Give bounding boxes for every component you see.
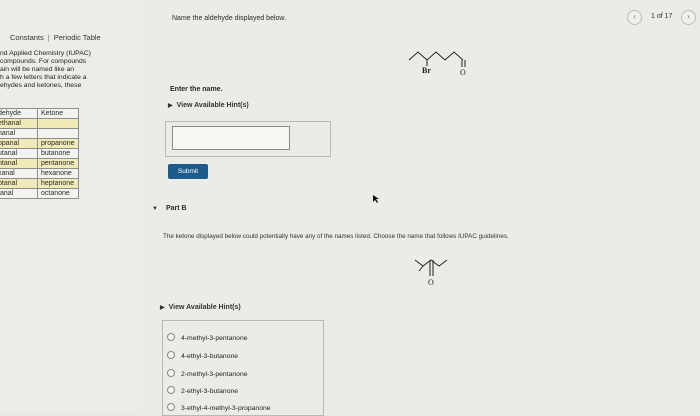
- option-item[interactable]: 2-ethyl-3-butanone: [167, 386, 238, 395]
- radio-button[interactable]: [167, 369, 175, 377]
- table-cell: [37, 118, 79, 129]
- intro-line: h a few letters that indicate a: [0, 74, 87, 81]
- hint-label: View Available Hint(s): [168, 304, 241, 311]
- intro-line: ain will be named like an: [0, 66, 75, 73]
- table-cell: otanal: [0, 178, 38, 189]
- radio-button[interactable]: [167, 403, 175, 411]
- carbon-chain: [408, 51, 464, 61]
- answer-box: [165, 121, 331, 157]
- table-row: opanal propanone: [0, 138, 79, 149]
- naming-table: dehyde Ketone ethanal hanal opanalpropan…: [0, 108, 79, 199]
- oxygen-label: O: [428, 278, 434, 287]
- part-b-question: The ketone displayed below could potenti…: [163, 233, 509, 240]
- oxygen-label: O: [460, 68, 466, 77]
- caret-down-icon[interactable]: ▼: [152, 206, 158, 212]
- radio-button[interactable]: [167, 351, 175, 359]
- option-label: 4-methyl-3-pentanone: [181, 335, 248, 342]
- tab-constants[interactable]: Constants: [10, 33, 44, 42]
- table-cell: propanone: [37, 138, 79, 149]
- chevron-left-icon[interactable]: ‹: [627, 10, 642, 25]
- column-header-aldehyde: dehyde: [0, 108, 38, 119]
- option-label: 3-ethyl-4-methyl-3-propanone: [181, 405, 271, 412]
- hint-toggle[interactable]: ▶ View Available Hint(s): [160, 304, 241, 311]
- intro-line: compounds. For compounds: [0, 58, 87, 65]
- intro-line: nd Applied Chemistry (IUPAC): [0, 50, 91, 57]
- table-cell: pentanone: [37, 158, 79, 169]
- table-cell: octanone: [37, 188, 79, 199]
- radio-button[interactable]: [167, 333, 175, 341]
- option-item[interactable]: 4-methyl-3-pentanone: [167, 333, 248, 342]
- table-cell: butanone: [37, 148, 79, 159]
- table-cell: [37, 128, 79, 139]
- submit-button[interactable]: Submit: [168, 164, 208, 179]
- column-header-ketone: Ketone: [37, 108, 79, 119]
- options-box: 4-methyl-3-pentanone 4-ethyl-3-butanone …: [162, 320, 324, 416]
- table-cell: opanal: [0, 138, 38, 149]
- bromine-label: Br: [422, 66, 431, 75]
- mouse-cursor-icon: [373, 195, 379, 203]
- table-row: utanalbutanone: [0, 148, 79, 159]
- table-cell: hanal: [0, 128, 38, 139]
- question-counter: 1 of 17: [651, 13, 673, 20]
- caret-right-icon: ▶: [160, 305, 165, 311]
- table-row: otanalheptanone: [0, 178, 79, 189]
- table-header-row: dehyde Ketone: [0, 108, 79, 119]
- table-row: ethanal: [0, 118, 79, 129]
- aldehyde-structure: Br O: [408, 51, 466, 77]
- table-cell: ntanal: [0, 158, 38, 169]
- table-row: tanaloctanone: [0, 188, 79, 199]
- tab-separator: |: [47, 33, 50, 42]
- answer-input[interactable]: [172, 126, 290, 150]
- table-cell: xanal: [0, 168, 38, 179]
- table-cell: ethanal: [0, 118, 38, 129]
- option-label: 4-ethyl-3-butanone: [181, 353, 239, 360]
- table-row: ntanalpentanone: [0, 158, 79, 169]
- option-label: 2-methyl-3-pentanone: [181, 371, 248, 378]
- option-item[interactable]: 3-ethyl-4-methyl-3-propanone: [167, 403, 271, 412]
- hint-toggle[interactable]: ▶ View Available Hint(s): [168, 102, 249, 109]
- table-row: hanal: [0, 128, 79, 139]
- tab-periodic-table[interactable]: Periodic Table: [54, 33, 101, 42]
- option-item[interactable]: 2-methyl-3-pentanone: [167, 369, 248, 378]
- hint-label: View Available Hint(s): [176, 102, 249, 109]
- option-label: 2-ethyl-3-butanone: [181, 388, 239, 395]
- option-item[interactable]: 4-ethyl-3-butanone: [167, 351, 238, 360]
- sidebar-intro-text: nd Applied Chemistry (IUPAC) compounds. …: [0, 50, 135, 90]
- question-text: Name the aldehyde displayed below.: [172, 15, 287, 22]
- radio-button[interactable]: [167, 386, 175, 394]
- caret-right-icon: ▶: [168, 103, 173, 109]
- ketone-structure: O: [414, 259, 448, 287]
- table-cell: tanal: [0, 188, 38, 199]
- part-b-title[interactable]: Part B: [166, 205, 187, 212]
- table-cell: hexanone: [37, 168, 79, 179]
- methyl-branch: [418, 265, 424, 272]
- table-cell: utanal: [0, 148, 38, 159]
- enter-name-label: Enter the name.: [170, 86, 223, 93]
- intro-line: ehydes and ketones, these: [0, 82, 82, 89]
- table-cell: heptanone: [37, 178, 79, 189]
- table-row: xanalhexanone: [0, 168, 79, 179]
- sidebar-tabs: Constants | Periodic Table: [10, 33, 101, 42]
- carbon-chain: [414, 259, 448, 267]
- chevron-right-icon[interactable]: ›: [681, 10, 696, 25]
